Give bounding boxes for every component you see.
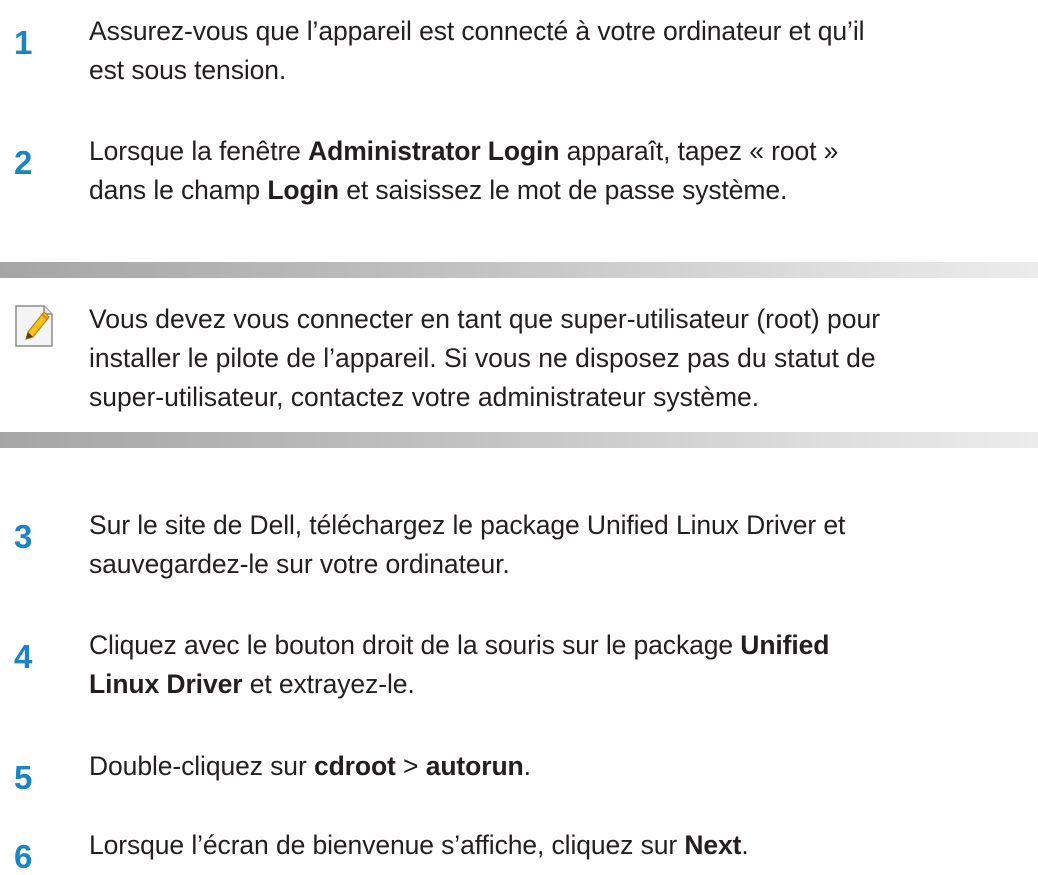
step-number: 3 [14, 518, 33, 555]
step-text-line: Linux Driver et extrayez-le. [89, 665, 1034, 704]
step-text-line: Cliquez avec le bouton droit de la souri… [89, 626, 1034, 665]
step-text: Assurez-vous que l’appareil est connecté… [89, 12, 1034, 90]
step-text-line: Lorsque la fenêtre Administrator Login a… [89, 132, 1034, 171]
note-box: Vous devez vous connecter en tant que su… [0, 262, 1038, 472]
step-text: Lorsque la fenêtre Administrator Login a… [89, 132, 1034, 210]
ui-term: Linux Driver [89, 669, 243, 699]
step-text-line: dans le champ Login et saisissez le mot … [89, 171, 1034, 210]
text-run: dans le champ [89, 175, 268, 205]
step-text: Sur le site de Dell, téléchargez le pack… [89, 506, 1034, 584]
text-run: > [395, 751, 426, 781]
step-text: Cliquez avec le bouton droit de la souri… [89, 626, 1034, 704]
note-text-line: Vous devez vous connecter en tant que su… [89, 304, 881, 334]
text-run: Double-cliquez sur [89, 751, 314, 781]
text-run: . [741, 830, 749, 860]
note-divider-top [0, 262, 1038, 278]
step-text-line: Double-cliquez sur cdroot > autorun. [89, 747, 1034, 786]
step-text-line: est sous tension. [89, 55, 287, 85]
text-run: et extrayez-le. [242, 669, 415, 699]
note-divider-bottom [0, 432, 1038, 448]
step-number: 2 [14, 144, 33, 181]
step-text: Lorsque l’écran de bienvenue s’affiche, … [89, 826, 1034, 865]
step-number: 6 [14, 838, 33, 875]
text-run: . [523, 751, 531, 781]
note-text: Vous devez vous connecter en tant que su… [89, 300, 1034, 417]
text-run: Lorsque l’écran de bienvenue s’affiche, … [89, 830, 685, 860]
note-text-line: installer le pilote de l’appareil. Si vo… [89, 343, 876, 373]
ui-term: autorun [425, 751, 524, 781]
ui-term: cdroot [313, 751, 396, 781]
ui-term: Unified [740, 630, 830, 660]
text-run: Cliquez avec le bouton droit de la souri… [89, 630, 741, 660]
text-run: Lorsque la fenêtre [89, 136, 309, 166]
note-text-line: super-utilisateur, contactez votre admin… [89, 382, 760, 412]
step-text: Double-cliquez sur cdroot > autorun. [89, 747, 1034, 786]
text-run: apparaît, tapez « root » [559, 136, 839, 166]
ui-term: Administrator Login [308, 136, 560, 166]
note-pencil-icon [14, 304, 54, 348]
text-run: et saisissez le mot de passe système. [338, 175, 788, 205]
ui-term: Next [684, 830, 742, 860]
ui-term: Login [267, 175, 339, 205]
step-number: 5 [14, 759, 33, 796]
step-number: 1 [14, 24, 33, 61]
step-text-line: Lorsque l’écran de bienvenue s’affiche, … [89, 826, 1034, 865]
step-text-line: Assurez-vous que l’appareil est connecté… [89, 16, 865, 46]
step-text-line: sauvegardez-le sur votre ordinateur. [89, 549, 510, 579]
step-text-line: Sur le site de Dell, téléchargez le pack… [89, 510, 846, 540]
step-number: 4 [14, 638, 33, 675]
